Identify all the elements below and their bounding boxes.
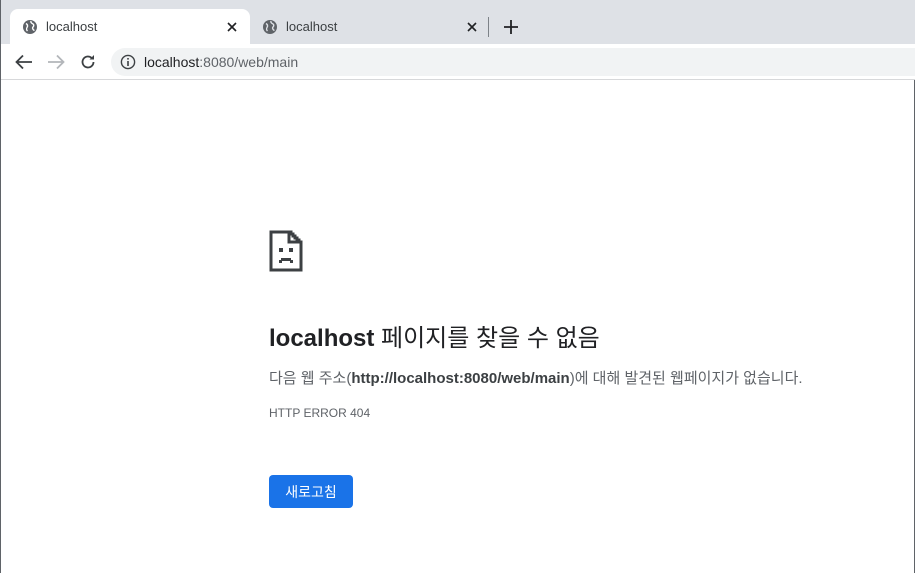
tab-strip: localhost localhost — [1, 0, 915, 44]
sad-page-icon — [269, 230, 303, 272]
reload-button[interactable] — [78, 52, 98, 72]
tab-title: localhost — [286, 19, 338, 34]
error-desc-prefix: 다음 웹 주소( — [269, 370, 352, 387]
error-description: 다음 웹 주소(http://localhost:8080/web/main)에… — [269, 367, 803, 388]
tab-title: localhost — [46, 19, 98, 34]
arrow-left-icon — [15, 54, 32, 70]
error-code: HTTP ERROR 404 — [269, 406, 371, 420]
tab-active[interactable]: localhost — [10, 9, 250, 44]
close-tab-icon[interactable] — [462, 17, 482, 37]
forward-button[interactable] — [46, 52, 66, 72]
error-desc-suffix: )에 대해 발견된 웹페이지가 없습니다. — [569, 370, 803, 387]
error-title: localhost 페이지를 찾을 수 없음 — [269, 318, 600, 353]
tab-separator — [488, 17, 489, 37]
back-button[interactable] — [14, 52, 34, 72]
close-tab-icon[interactable] — [222, 17, 242, 37]
url-text[interactable]: localhost:8080/web/main — [144, 54, 298, 70]
new-tab-button[interactable] — [501, 17, 521, 37]
error-title-text: 페이지를 찾을 수 없음 — [374, 325, 600, 352]
address-bar[interactable]: localhost:8080/web/main — [111, 48, 915, 76]
error-desc-url: http://localhost:8080/web/main — [351, 370, 570, 387]
tab-inactive[interactable]: localhost — [250, 9, 490, 44]
browser-toolbar: localhost:8080/web/main — [1, 44, 915, 80]
globe-icon — [22, 19, 38, 35]
error-title-host: localhost — [269, 325, 375, 352]
info-icon — [120, 54, 136, 70]
plus-icon — [504, 20, 518, 34]
globe-icon — [262, 19, 278, 35]
browser-window: localhost localhost localhost:8080/web/m… — [0, 0, 915, 573]
url-host: localhost — [144, 54, 200, 70]
url-path: :8080/web/main — [199, 54, 299, 70]
arrow-right-icon — [48, 54, 65, 70]
reload-page-button[interactable]: 새로고침 — [269, 475, 353, 508]
reload-icon — [81, 55, 95, 69]
